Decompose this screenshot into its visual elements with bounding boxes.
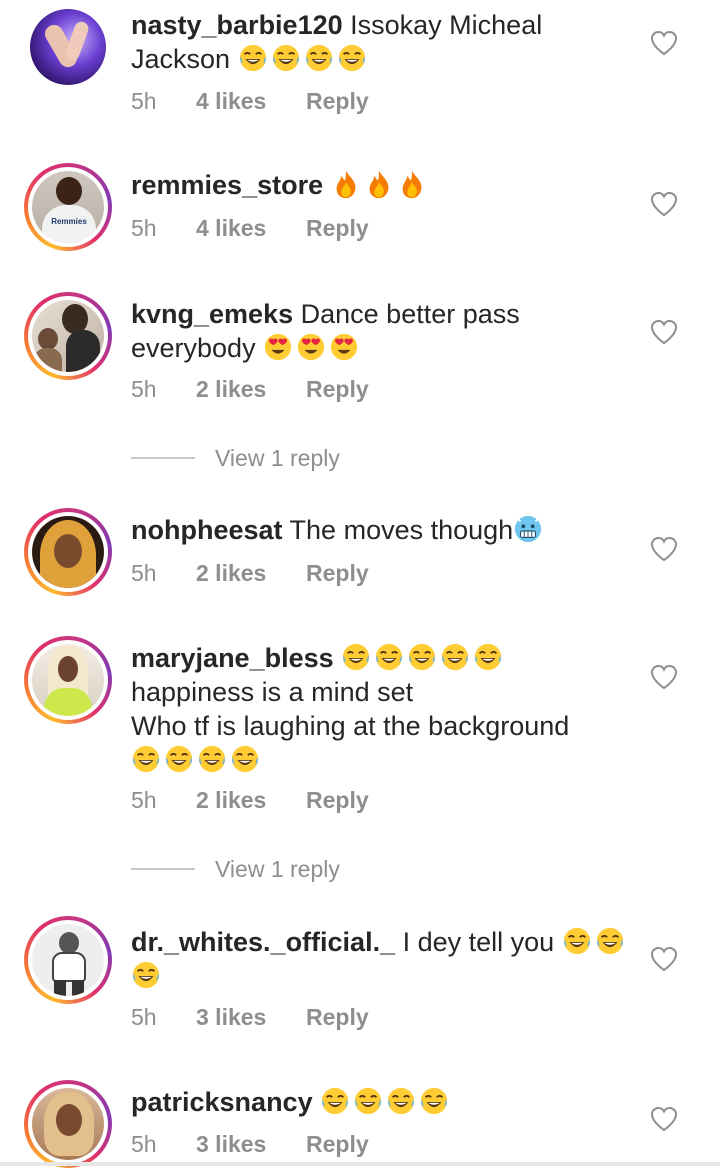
view-replies-label[interactable]: View 1 reply	[215, 443, 340, 473]
comment-time: 5h	[131, 376, 157, 402]
heart-eyes-emoji-icon	[329, 332, 359, 362]
comment-text: everybody	[131, 333, 256, 363]
laughing-emoji-icon	[353, 1086, 383, 1116]
like-heart-icon[interactable]	[650, 30, 678, 56]
fire-emoji-icon	[364, 169, 394, 199]
likes-count[interactable]: 3 likes	[196, 1129, 266, 1159]
comment-text: Jackson	[131, 44, 231, 74]
comment-username[interactable]: nasty_barbie120	[131, 10, 343, 40]
reply-button[interactable]: Reply	[306, 86, 369, 116]
comment-text: The moves though	[289, 515, 514, 545]
divider	[131, 868, 195, 870]
avatar[interactable]: Remmies	[24, 163, 112, 251]
laughing-emoji-icon	[164, 744, 194, 774]
laughing-emoji-icon	[131, 960, 161, 990]
laughing-emoji-icon	[320, 1086, 350, 1116]
likes-count[interactable]: 4 likes	[196, 86, 266, 116]
comment-time: 5h	[131, 88, 157, 114]
laughing-emoji-icon	[341, 642, 371, 672]
laughing-emoji-icon	[473, 642, 503, 672]
reply-button[interactable]: Reply	[306, 785, 369, 815]
view-replies-button[interactable]: View 1 reply	[131, 443, 391, 473]
comment-username[interactable]: nohpheesat	[131, 515, 283, 545]
laughing-emoji-icon	[407, 642, 437, 672]
laughing-emoji-icon	[562, 926, 592, 956]
fire-emoji-icon	[331, 169, 361, 199]
like-heart-icon[interactable]	[650, 319, 678, 345]
like-heart-icon[interactable]	[650, 946, 678, 972]
comment-text: Issokay Micheal	[350, 10, 543, 40]
avatar[interactable]	[24, 292, 112, 380]
likes-count[interactable]: 2 likes	[196, 558, 266, 588]
comment-time: 5h	[131, 1131, 157, 1157]
like-heart-icon[interactable]	[650, 1106, 678, 1132]
like-heart-icon[interactable]	[650, 191, 678, 217]
bottom-divider	[0, 1162, 720, 1166]
avatar[interactable]	[24, 508, 112, 596]
heart-eyes-emoji-icon	[296, 332, 326, 362]
comment-time: 5h	[131, 787, 157, 813]
view-replies-button[interactable]: View 1 reply	[131, 854, 391, 884]
avatar[interactable]	[24, 3, 112, 91]
likes-count[interactable]: 2 likes	[196, 374, 266, 404]
avatar-shirt-text: Remmies	[51, 217, 87, 226]
avatar[interactable]	[24, 636, 112, 724]
likes-count[interactable]: 4 likes	[196, 213, 266, 243]
laughing-emoji-icon	[337, 43, 367, 73]
laughing-emoji-icon	[197, 744, 227, 774]
reply-button[interactable]: Reply	[306, 1129, 369, 1159]
comment-username[interactable]: dr._whites._official._	[131, 927, 395, 957]
like-heart-icon[interactable]	[650, 664, 678, 690]
comment-time: 5h	[131, 1004, 157, 1030]
laughing-emoji-icon	[131, 744, 161, 774]
laughing-emoji-icon	[386, 1086, 416, 1116]
comment-text: Dance better pass	[300, 299, 520, 329]
laughing-emoji-icon	[595, 926, 625, 956]
comment-text: Who tf is laughing at the background	[131, 711, 570, 741]
comment-time: 5h	[131, 215, 157, 241]
laughing-emoji-icon	[419, 1086, 449, 1116]
divider	[131, 457, 195, 459]
reply-button[interactable]: Reply	[306, 558, 369, 588]
comment-username[interactable]: patricksnancy	[131, 1087, 313, 1117]
view-replies-label[interactable]: View 1 reply	[215, 854, 340, 884]
fire-emoji-icon	[397, 169, 427, 199]
avatar[interactable]	[24, 916, 112, 1004]
reply-button[interactable]: Reply	[306, 213, 369, 243]
comment-text: I dey tell you	[402, 927, 555, 957]
heart-eyes-emoji-icon	[263, 332, 293, 362]
avatar[interactable]	[24, 1080, 112, 1168]
reply-button[interactable]: Reply	[306, 374, 369, 404]
like-heart-icon[interactable]	[650, 536, 678, 562]
laughing-emoji-icon	[230, 744, 260, 774]
comment-username[interactable]: remmies_store	[131, 170, 323, 200]
likes-count[interactable]: 2 likes	[196, 785, 266, 815]
comment-text: happiness is a mind set	[131, 677, 414, 707]
likes-count[interactable]: 3 likes	[196, 1002, 266, 1032]
laughing-emoji-icon	[304, 43, 334, 73]
comment-time: 5h	[131, 560, 157, 586]
cold-face-emoji-icon	[513, 514, 543, 544]
comment-username[interactable]: maryjane_bless	[131, 643, 334, 673]
laughing-emoji-icon	[374, 642, 404, 672]
laughing-emoji-icon	[238, 43, 268, 73]
comment-username[interactable]: kvng_emeks	[131, 299, 293, 329]
laughing-emoji-icon	[440, 642, 470, 672]
laughing-emoji-icon	[271, 43, 301, 73]
reply-button[interactable]: Reply	[306, 1002, 369, 1032]
